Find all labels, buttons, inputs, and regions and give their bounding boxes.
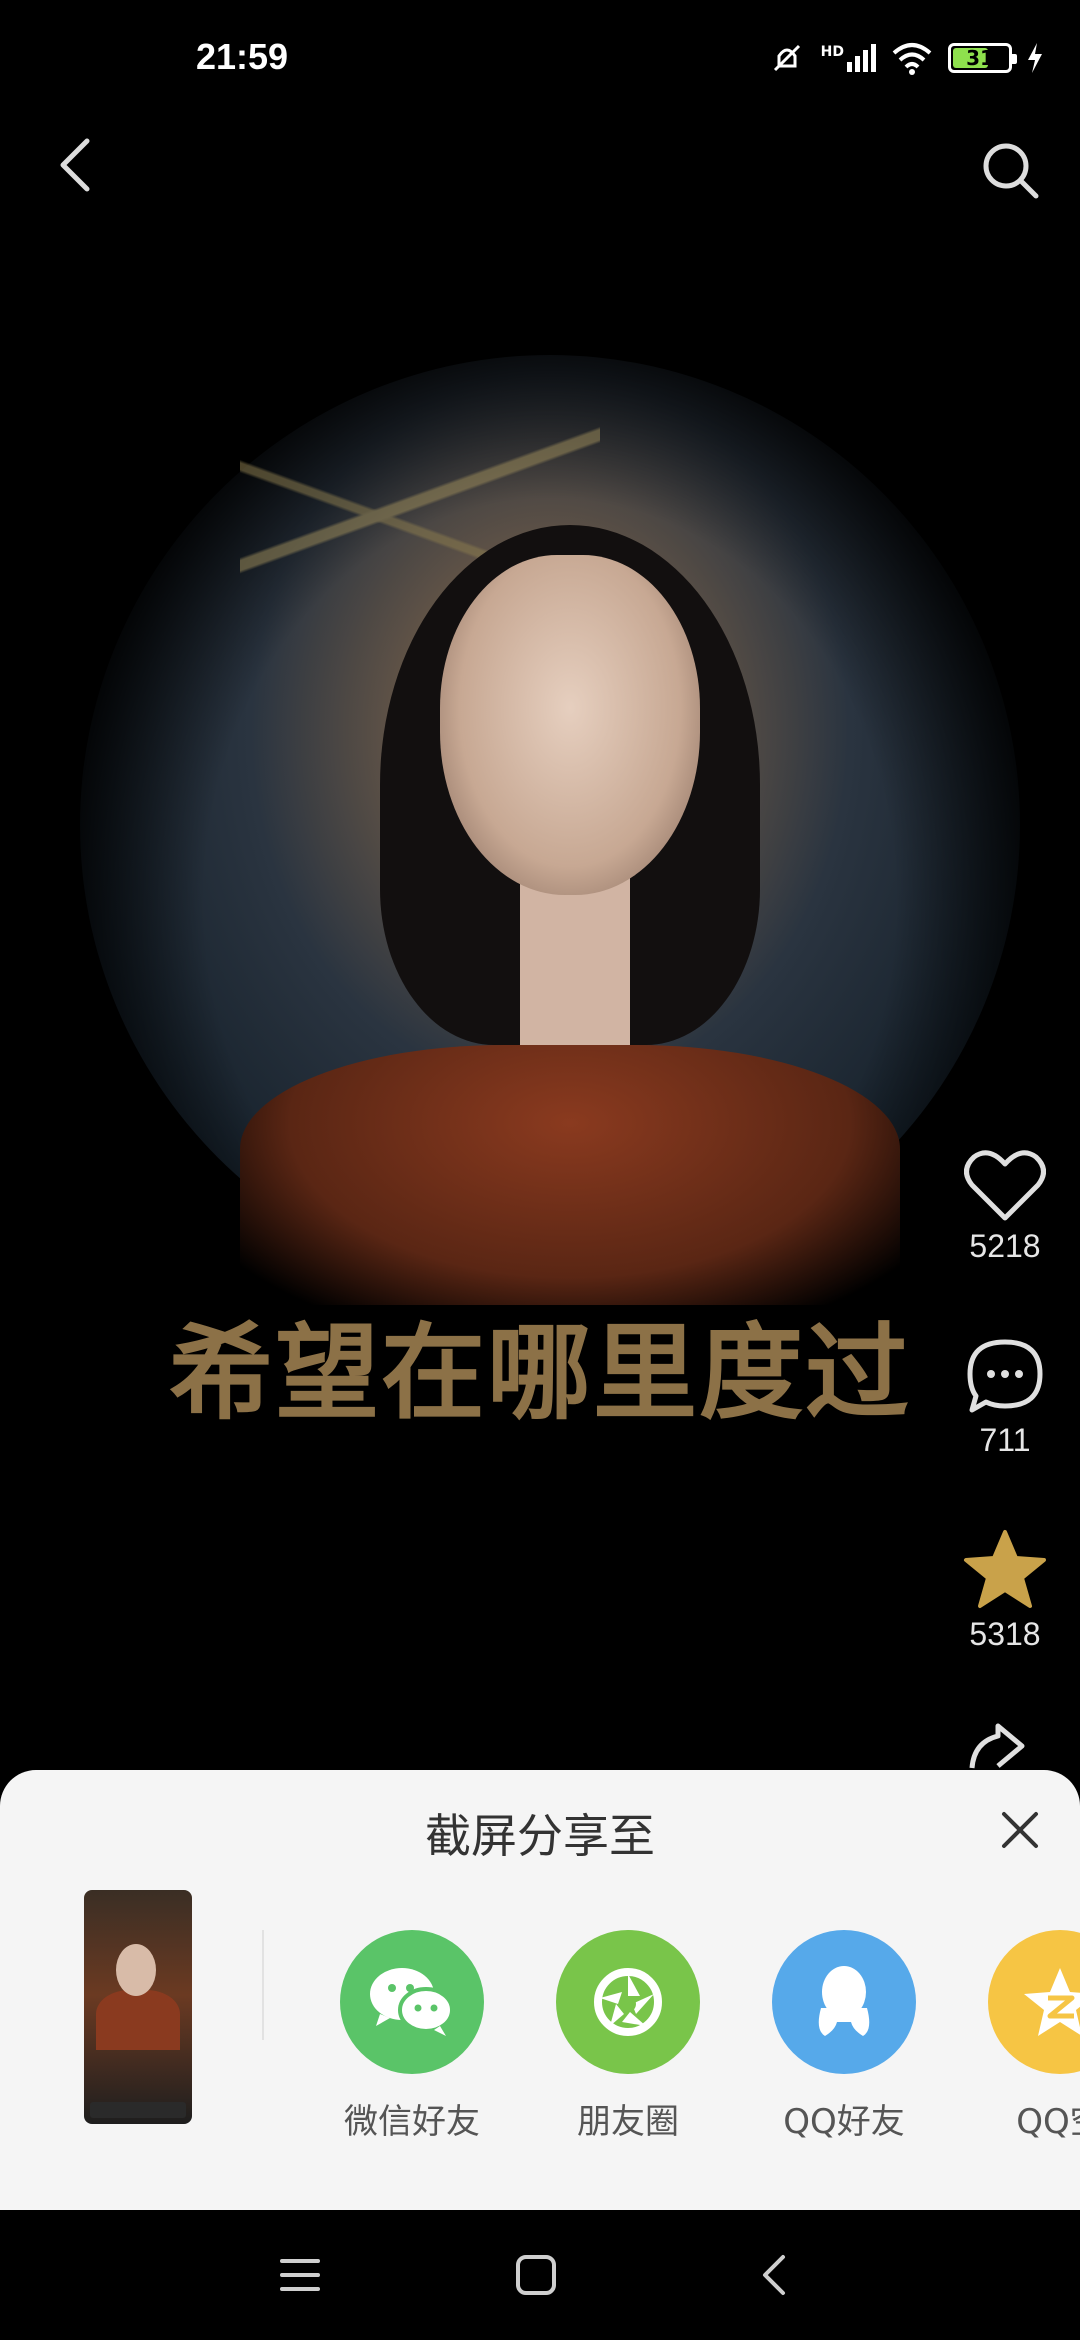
share-action[interactable] [930,1722,1080,1770]
favorite-count: 5318 [969,1616,1041,1652]
share-sheet: 截屏分享至 微信好友 朋友圈 QQ好友 QQ [0,1770,1080,2210]
mute-icon [773,44,800,72]
video-shirt [240,1045,900,1305]
status-icons: HD 31 [767,38,1044,78]
share-qq-label: QQ好友 [783,2102,905,2142]
charging-icon [1028,43,1042,73]
video-face [440,555,700,895]
wifi-icon [892,43,932,75]
share-qzone-label: QQ空 [1016,2102,1080,2142]
close-button[interactable] [990,1800,1050,1860]
back-button[interactable] [40,130,110,200]
search-icon [983,143,1039,199]
nav-menu-button[interactable] [270,2245,330,2305]
share-wechat-label: 微信好友 [344,2102,480,2142]
share-qq[interactable]: QQ好友 [744,1930,944,2143]
battery-icon: 31 [948,43,1017,73]
back-icon [763,2255,785,2295]
share-moments-label: 朋友圈 [577,2102,679,2142]
qzone-icon [988,1930,1080,2074]
home-icon [516,2255,556,2295]
close-icon [1002,1812,1038,1848]
comment-count: 711 [979,1422,1031,1458]
heart-icon [964,1150,1046,1221]
wechat-icon [340,1930,484,2074]
battery-level: 31 [966,46,994,70]
qq-icon [772,1930,916,2074]
status-time: 21:59 [196,36,289,77]
system-nav-bar [0,2210,1080,2340]
chevron-left-icon [60,138,90,192]
moments-icon [556,1930,700,2074]
nav-home-button[interactable] [506,2245,566,2305]
share-moments[interactable]: 朋友圈 [528,1930,728,2143]
status-bar: 21:59 HD 31 [0,0,1080,120]
share-icon [969,1723,1025,1769]
comment-icon [967,1339,1043,1413]
video-subtitle: 希望在哪里度过 [168,1311,911,1434]
video-frame[interactable] [80,355,1020,1305]
comment-action[interactable]: 711 [930,1336,1080,1459]
menu-icon [280,2259,320,2291]
nav-back-button[interactable] [744,2245,804,2305]
screenshot-thumbnail[interactable] [84,1890,192,2124]
star-icon [964,1530,1046,1608]
network-label: HD [820,44,844,60]
share-qzone[interactable]: QQ空 [960,1930,1080,2143]
favorite-action[interactable]: 5318 [930,1528,1080,1653]
video-neck [520,875,630,1065]
search-button[interactable] [970,130,1050,210]
like-action[interactable]: 5218 [930,1148,1080,1265]
share-wechat[interactable]: 微信好友 [312,1930,512,2143]
like-count: 5218 [969,1228,1041,1264]
signal-icon: HD [821,44,876,72]
share-sheet-title: 截屏分享至 [425,1809,655,1863]
divider [262,1930,264,2040]
